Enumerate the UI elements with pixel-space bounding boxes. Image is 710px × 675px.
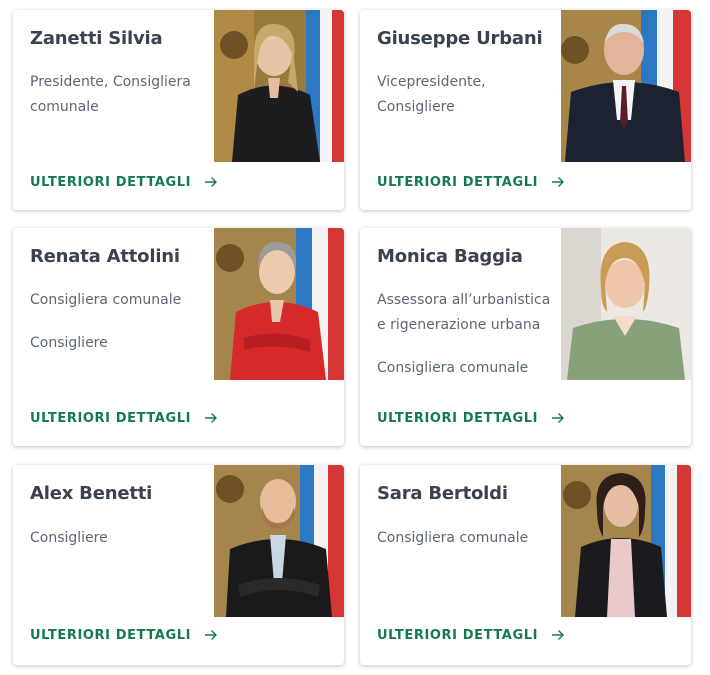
details-link[interactable]: ULTERIORI DETTAGLI xyxy=(30,628,218,643)
person-card-alex-benetti: Alex Benetti Consigliere ULTERIORI DETTA… xyxy=(13,465,344,665)
arrow-right-icon xyxy=(552,630,565,640)
person-card-zanetti-silvia: Zanetti Silvia Presidente, Consigliera c… xyxy=(13,10,344,210)
person-role: Consigliere xyxy=(30,530,108,546)
person-card-giuseppe-urbani: Giuseppe Urbani Vicepresidente, Consigli… xyxy=(360,10,691,210)
person-role: Consigliera comunale xyxy=(377,360,529,376)
person-role: Consigliera comunale xyxy=(377,530,529,546)
person-photo xyxy=(561,465,691,617)
person-photo xyxy=(214,10,344,162)
person-card-renata-attolini: Renata Attolini Consigliera comunale Con… xyxy=(13,228,344,446)
details-link-label: ULTERIORI DETTAGLI xyxy=(377,411,539,426)
details-link[interactable]: ULTERIORI DETTAGLI xyxy=(30,175,218,190)
person-role: Consigliera comunale xyxy=(30,292,182,308)
details-link[interactable]: ULTERIORI DETTAGLI xyxy=(377,175,565,190)
person-role: Assessora all’urbanistica e rigenerazion… xyxy=(377,292,551,333)
person-name[interactable]: Renata Attolini xyxy=(30,246,180,267)
details-link-label: ULTERIORI DETTAGLI xyxy=(377,628,539,643)
details-link[interactable]: ULTERIORI DETTAGLI xyxy=(377,628,565,643)
person-role: Consigliere xyxy=(30,335,108,351)
person-card-monica-baggia: Monica Baggia Assessora all’urbanistica … xyxy=(360,228,691,446)
person-name[interactable]: Sara Bertoldi xyxy=(377,483,508,504)
arrow-right-icon xyxy=(205,177,218,187)
person-name[interactable]: Giuseppe Urbani xyxy=(377,28,543,49)
arrow-right-icon xyxy=(552,177,565,187)
details-link-label: ULTERIORI DETTAGLI xyxy=(30,175,192,190)
person-name[interactable]: Zanetti Silvia xyxy=(30,28,163,49)
person-card-sara-bertoldi: Sara Bertoldi Consigliera comunale ULTER… xyxy=(360,465,691,665)
details-link-label: ULTERIORI DETTAGLI xyxy=(377,175,539,190)
person-role: Presidente, Consigliera comunale xyxy=(30,74,191,115)
details-link-label: ULTERIORI DETTAGLI xyxy=(30,628,192,643)
person-photo xyxy=(214,465,344,617)
details-link-label: ULTERIORI DETTAGLI xyxy=(30,411,192,426)
details-link[interactable]: ULTERIORI DETTAGLI xyxy=(30,411,218,426)
person-photo xyxy=(561,10,691,162)
person-name[interactable]: Monica Baggia xyxy=(377,246,523,267)
arrow-right-icon xyxy=(552,413,565,423)
arrow-right-icon xyxy=(205,413,218,423)
person-role: Vicepresidente, Consigliere xyxy=(377,74,486,115)
person-photo xyxy=(561,228,691,380)
arrow-right-icon xyxy=(205,630,218,640)
person-name[interactable]: Alex Benetti xyxy=(30,483,152,504)
details-link[interactable]: ULTERIORI DETTAGLI xyxy=(377,411,565,426)
person-photo xyxy=(214,228,344,380)
